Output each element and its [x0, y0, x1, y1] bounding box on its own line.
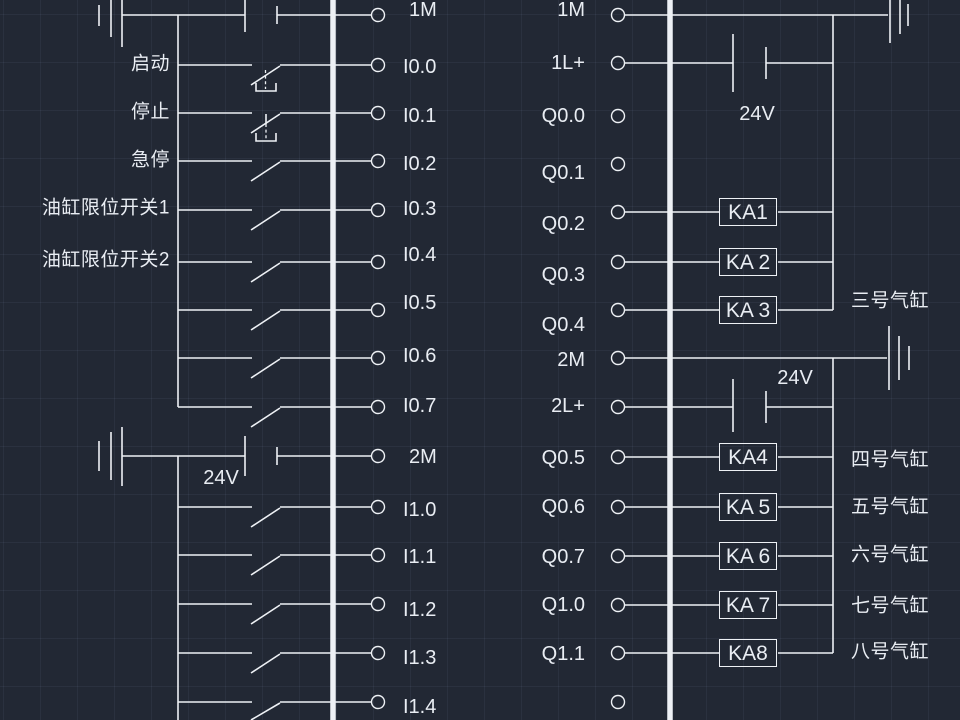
actuator-label-cylinder-6: 六号气缸	[851, 546, 929, 565]
battery-symbol-output-top	[625, 34, 833, 92]
input-terminal-label-i05: I0.5	[403, 293, 436, 313]
actuator-label-cylinder-5: 五号气缸	[851, 498, 929, 517]
contact-limit-switch-1	[178, 210, 371, 230]
pushbutton-no-start	[178, 65, 371, 91]
contact-estop	[178, 161, 371, 181]
contact-row-i13	[178, 653, 371, 673]
relay-coil-ka7: KA 7	[719, 591, 777, 619]
output-terminal-label-q00: Q0.0	[542, 106, 585, 126]
relay-coil-ka5: KA 5	[719, 493, 777, 521]
relay-coil-ka4: KA4	[719, 443, 777, 471]
relay-coil-label: KA 6	[726, 546, 770, 567]
output-terminal-label-1m: 1M	[557, 0, 585, 20]
battery-voltage-label-output-mid: 24V	[777, 368, 813, 388]
relay-coil-label: KA 2	[726, 252, 770, 273]
output-terminal-label-q02: Q0.2	[542, 214, 585, 234]
output-terminal-label-q06: Q0.6	[542, 497, 585, 517]
input-terminal-label-i14: I1.4	[403, 697, 436, 717]
relay-coil-label: KA 7	[726, 595, 770, 616]
input-terminal-label-1m: 1M	[409, 0, 437, 20]
output-terminal-label-2m: 2M	[557, 350, 585, 370]
relay-coil-label: KA4	[728, 447, 768, 468]
input-terminal-label-i00: I0.0	[403, 57, 436, 77]
contact-limit-switch-2	[178, 262, 371, 282]
device-label-limit-switch-2: 油缸限位开关2	[42, 251, 170, 270]
contact-row-i05	[178, 310, 371, 330]
relay-coil-ka2: KA 2	[719, 248, 777, 276]
input-terminal-label-i13: I1.3	[403, 648, 436, 668]
input-terminal-label-i02: I0.2	[403, 154, 436, 174]
input-terminal-circles	[372, 9, 385, 709]
output-terminal-label-q03: Q0.3	[542, 265, 585, 285]
actuator-label-cylinder-7: 七号气缸	[851, 597, 929, 616]
ground-symbol-mid-right	[889, 326, 909, 390]
output-terminal-label-q10: Q1.0	[542, 595, 585, 615]
device-label-estop: 急停	[131, 151, 170, 170]
output-terminal-label-q05: Q0.5	[542, 448, 585, 468]
ground-symbol-top-left	[99, 0, 122, 47]
output-terminal-label-q11: Q1.1	[542, 644, 585, 664]
relay-coil-label: KA 5	[726, 497, 770, 518]
device-label-limit-switch-1: 油缸限位开关1	[42, 199, 170, 218]
contact-row-i12	[178, 604, 371, 624]
output-terminal-label-2l: 2L+	[551, 396, 585, 416]
input-terminal-label-i11: I1.1	[403, 547, 436, 567]
relay-coil-ka6: KA 6	[719, 542, 777, 570]
input-terminal-label-i01: I0.1	[403, 106, 436, 126]
ground-symbol-top-right	[890, 0, 908, 43]
relay-coil-label: KA1	[728, 202, 768, 223]
output-terminal-label-q04: Q0.4	[542, 315, 585, 335]
relay-coil-ka8: KA8	[719, 639, 777, 667]
input-terminal-label-i07: I0.7	[403, 396, 436, 416]
contact-row-i10	[178, 507, 371, 527]
contact-row-i07	[178, 407, 371, 427]
input-terminal-label-i03: I0.3	[403, 199, 436, 219]
output-terminal-circles	[612, 9, 625, 709]
input-terminal-label-2m: 2M	[409, 447, 437, 467]
input-terminal-label-i04: I0.4	[403, 245, 436, 265]
output-terminal-label-q01: Q0.1	[542, 163, 585, 183]
contact-row-i14	[178, 702, 371, 720]
input-terminal-label-i12: I1.2	[403, 600, 436, 620]
output-terminal-label-q07: Q0.7	[542, 547, 585, 567]
actuator-label-cylinder-4: 四号气缸	[851, 451, 929, 470]
input-terminal-label-i06: I0.6	[403, 346, 436, 366]
relay-coil-label: KA8	[728, 643, 768, 664]
relay-coil-ka1: KA1	[719, 198, 777, 226]
output-terminal-label-1l: 1L+	[551, 53, 585, 73]
relay-coil-label: KA 3	[726, 300, 770, 321]
battery-voltage-label-input: 24V	[203, 468, 239, 488]
ground-symbol-bottom-left	[99, 427, 122, 486]
contact-row-i06	[178, 358, 371, 378]
device-label-stop: 停止	[131, 103, 170, 122]
actuator-label-cylinder-8: 八号气缸	[851, 643, 929, 662]
input-terminal-label-i10: I1.0	[403, 500, 436, 520]
contact-row-i11	[178, 555, 371, 575]
relay-coil-ka3: KA 3	[719, 296, 777, 324]
actuator-label-cylinder-3: 三号气缸	[851, 292, 929, 311]
pushbutton-nc-stop	[178, 113, 371, 141]
device-label-start: 启动	[131, 55, 170, 74]
battery-voltage-label-output-top: 24V	[739, 104, 775, 124]
cad-drawing-canvas[interactable]: 启动 停止 急停 油缸限位开关1 油缸限位开关2 24V 1M I0.0 I0.…	[0, 0, 960, 720]
